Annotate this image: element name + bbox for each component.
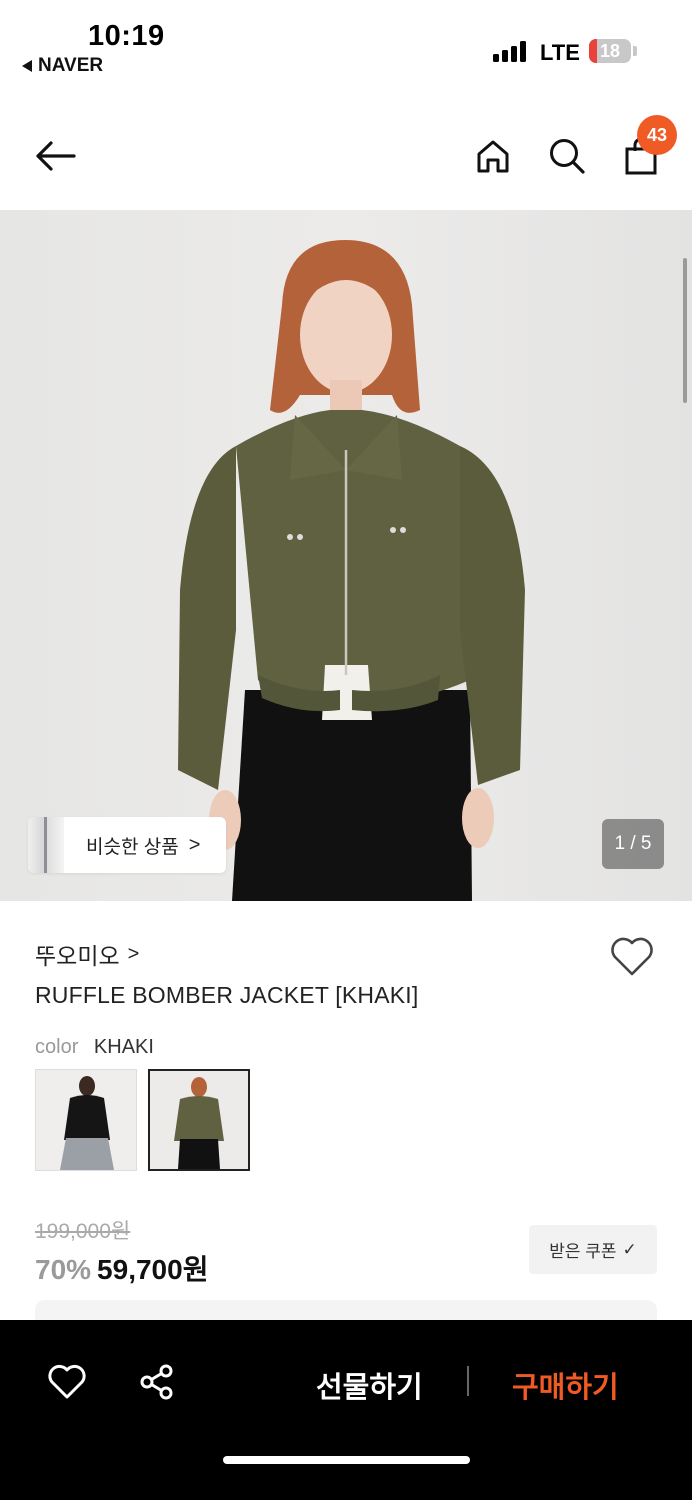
status-bar: 10:19 NAVER LTE 18: [0, 0, 692, 95]
color-row: color KHAKI: [35, 1036, 154, 1059]
wishlist-heart-icon[interactable]: [609, 936, 655, 978]
home-indicator[interactable]: [223, 1456, 470, 1464]
home-icon[interactable]: [472, 135, 514, 177]
original-price: 199,000원: [35, 1220, 131, 1243]
brand-link[interactable]: 뚜오미오 >: [35, 937, 139, 971]
gift-button[interactable]: 선물하기: [316, 1364, 423, 1406]
discount-rate: 70%: [35, 1254, 92, 1285]
coupon-label: 받은 쿠폰: [549, 1242, 617, 1261]
bottom-action-bar: 선물하기 구매하기: [0, 1320, 692, 1500]
sale-price: 59,700원: [97, 1254, 209, 1285]
color-key: color: [35, 1036, 79, 1058]
back-arrow-icon[interactable]: [34, 135, 76, 177]
search-icon[interactable]: [546, 135, 588, 177]
color-swatch-khaki[interactable]: [148, 1069, 250, 1171]
signal-icon: [493, 40, 526, 62]
check-icon: ✓: [622, 1239, 637, 1259]
network-label: LTE: [540, 40, 580, 65]
heart-icon[interactable]: [45, 1360, 89, 1404]
divider: [467, 1366, 469, 1396]
share-icon[interactable]: [135, 1360, 179, 1404]
battery-level: 18: [599, 41, 621, 61]
similar-products-button[interactable]: 비슷한 상품 >: [28, 817, 226, 873]
color-swatch-black[interactable]: [35, 1069, 137, 1171]
scroll-indicator[interactable]: [683, 258, 687, 403]
color-value: KHAKI: [93, 1036, 154, 1058]
similar-label: 비슷한 상품: [86, 836, 179, 858]
chevron-right-icon: >: [127, 942, 140, 965]
cart-count-badge: 43: [637, 115, 677, 155]
back-triangle-icon: [22, 60, 32, 72]
battery-tip: [633, 46, 637, 56]
product-image-carousel[interactable]: 비슷한 상품 > 1 / 5: [0, 210, 692, 901]
buy-button[interactable]: 구매하기: [512, 1364, 619, 1406]
received-coupon-button[interactable]: 받은 쿠폰 ✓: [529, 1225, 657, 1274]
back-to-app-link[interactable]: NAVER: [22, 55, 103, 77]
status-time: 10:19: [88, 20, 165, 52]
swatch-khaki-image: [150, 1071, 248, 1169]
image-pager: 1 / 5: [602, 819, 664, 869]
brand-name: 뚜오미오: [35, 943, 120, 969]
product-photo: [0, 210, 692, 901]
back-app-label: NAVER: [38, 55, 104, 76]
chevron-right-icon: >: [188, 833, 201, 856]
top-nav-bar: [0, 110, 692, 205]
battery-icon: 18: [589, 39, 631, 63]
swatch-black-image: [36, 1070, 136, 1170]
price-row: 70% 59,700원: [35, 1248, 208, 1288]
similar-thumbnail: [28, 817, 64, 873]
product-title: RUFFLE BOMBER JACKET [KHAKI]: [35, 982, 419, 1008]
